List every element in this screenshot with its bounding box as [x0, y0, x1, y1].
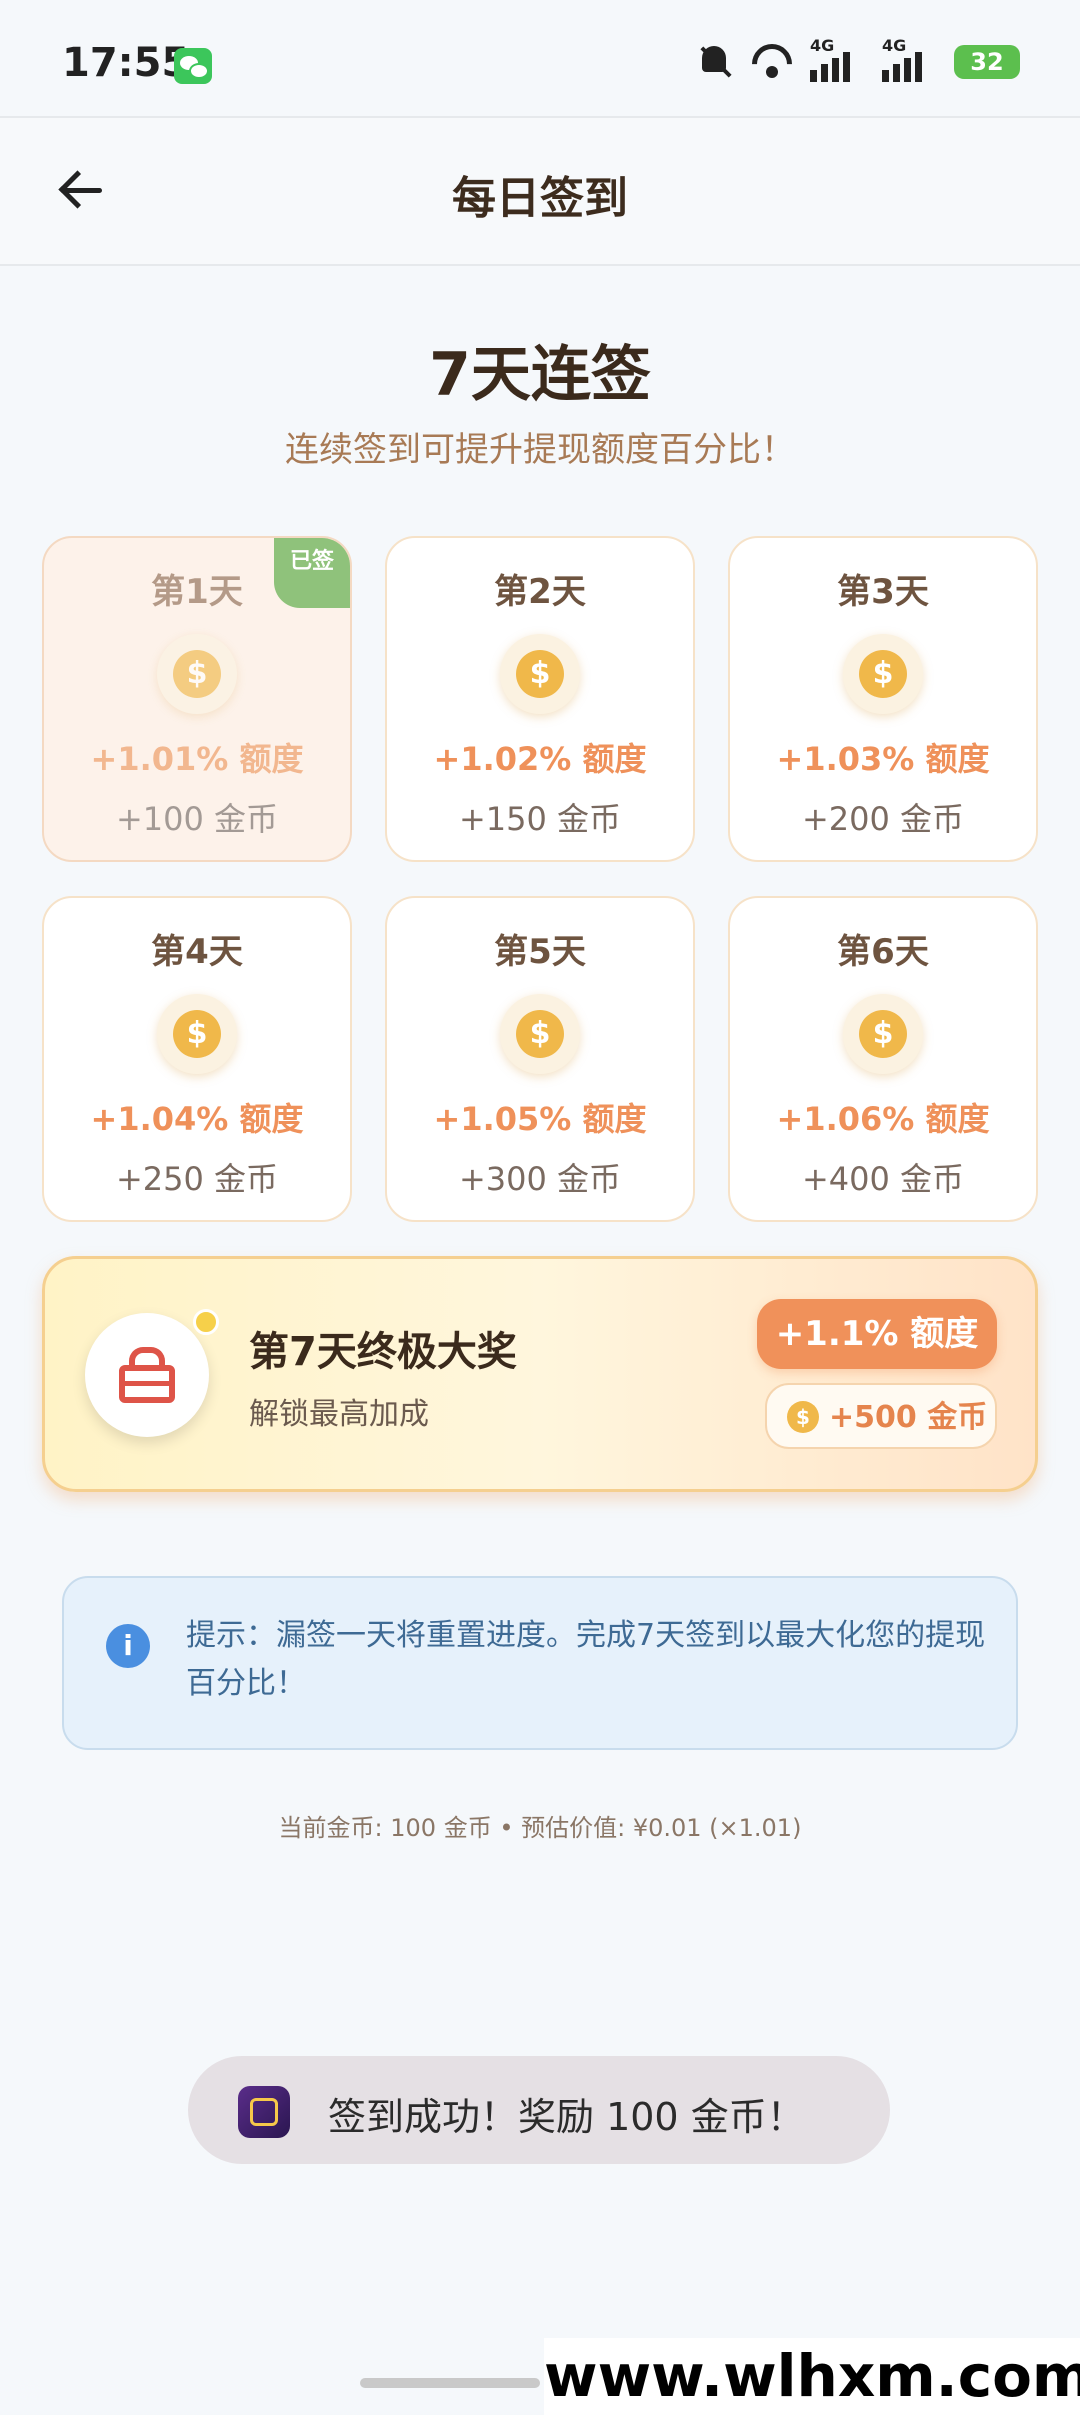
day-card-5[interactable]: 第5天 $ +1.05% 额度 +300 金币: [385, 896, 695, 1222]
success-toast: 签到成功！奖励 100 金币！: [188, 2056, 890, 2164]
day-label: 第3天: [837, 572, 929, 612]
day-coins: +150 金币: [458, 800, 622, 838]
coin-icon: $: [500, 634, 580, 714]
status-time: 17:55: [62, 40, 190, 86]
tip-box: i 提示：漏签一天将重置进度。完成7天签到以最大化您的提现百分比！: [62, 1576, 1018, 1750]
status-bar: 17:55 4G 4G 32: [0, 0, 1080, 116]
wechat-notification-icon: [174, 48, 212, 84]
day-card-1[interactable]: 已签 第1天 $ +1.01% 额度 +100 金币: [42, 536, 352, 862]
day-card-6[interactable]: 第6天 $ +1.06% 额度 +400 金币: [728, 896, 1038, 1222]
page-title: 每日签到: [452, 173, 628, 224]
day-coins: +250 金币: [115, 1160, 279, 1198]
grand-prize-card[interactable]: 第7天终极大奖 解锁最高加成 +1.1% 额度 $ +500 金币: [42, 1256, 1038, 1492]
day-coins: +300 金币: [458, 1160, 622, 1198]
gift-icon: [115, 1347, 179, 1403]
coin-icon: $: [500, 994, 580, 1074]
coin-icon: $: [843, 634, 923, 714]
tip-text: 提示：漏签一天将重置进度。完成7天签到以最大化您的提现百分比！: [186, 1618, 986, 1701]
grand-prize-subtitle: 解锁最高加成: [249, 1397, 429, 1432]
mute-bell-icon: [694, 42, 736, 82]
home-indicator[interactable]: [360, 2378, 540, 2388]
day-bonus: +1.02% 额度: [433, 740, 647, 778]
notification-dot: [193, 1309, 219, 1335]
coin-stats: 当前金币: 100 金币 • 预估价值: ¥0.01 (×1.01): [278, 1814, 802, 1842]
app-header: 每日签到: [0, 116, 1080, 266]
watermark-text: www.wlhxm.com: [544, 2338, 1080, 2415]
day-coins: +100 金币: [115, 800, 279, 838]
day-label: 第1天: [151, 572, 243, 612]
signal-icon: 4G: [810, 36, 868, 82]
day-bonus: +1.06% 额度: [776, 1100, 990, 1138]
streak-subtitle: 连续签到可提升提现额度百分比！: [285, 430, 795, 470]
day-bonus: +1.03% 额度: [776, 740, 990, 778]
wifi-icon: [750, 42, 796, 82]
grand-bonus-pill: +1.1% 额度: [757, 1299, 997, 1369]
coin-icon: $: [157, 994, 237, 1074]
battery-icon: 32: [954, 45, 1020, 79]
coin-icon: $: [843, 994, 923, 1074]
signal-icon-2: 4G: [882, 36, 940, 82]
day-card-3[interactable]: 第3天 $ +1.03% 额度 +200 金币: [728, 536, 1038, 862]
streak-title: 7天连签: [429, 340, 651, 410]
grand-prize-title: 第7天终极大奖: [249, 1329, 517, 1375]
status-icons: 4G 4G 32: [694, 36, 1020, 82]
day-label: 第4天: [151, 932, 243, 972]
day-bonus: +1.01% 额度: [90, 740, 304, 778]
day-card-2[interactable]: 第2天 $ +1.02% 额度 +150 金币: [385, 536, 695, 862]
day-coins: +400 金币: [801, 1160, 965, 1198]
day-card-4[interactable]: 第4天 $ +1.04% 额度 +250 金币: [42, 896, 352, 1222]
gift-icon-circle: [85, 1313, 209, 1437]
day-label: 第5天: [494, 932, 586, 972]
day-bonus: +1.04% 额度: [90, 1100, 304, 1138]
coin-icon: $: [157, 634, 237, 714]
grand-coins-label: +500 金币: [829, 1400, 988, 1435]
day-label: 第2天: [494, 572, 586, 612]
app-icon: [238, 2086, 290, 2138]
day-label: 第6天: [837, 932, 929, 972]
info-icon: i: [106, 1624, 150, 1668]
toast-text: 签到成功！奖励 100 金币！: [328, 2095, 805, 2139]
day-coins: +200 金币: [801, 800, 965, 838]
coin-icon: $: [787, 1401, 819, 1433]
grand-coins-pill: $ +500 金币: [765, 1383, 997, 1449]
day-grid: 已签 第1天 $ +1.01% 额度 +100 金币 第2天 $ +1.02% …: [42, 536, 1038, 1222]
day-bonus: +1.05% 额度: [433, 1100, 647, 1138]
